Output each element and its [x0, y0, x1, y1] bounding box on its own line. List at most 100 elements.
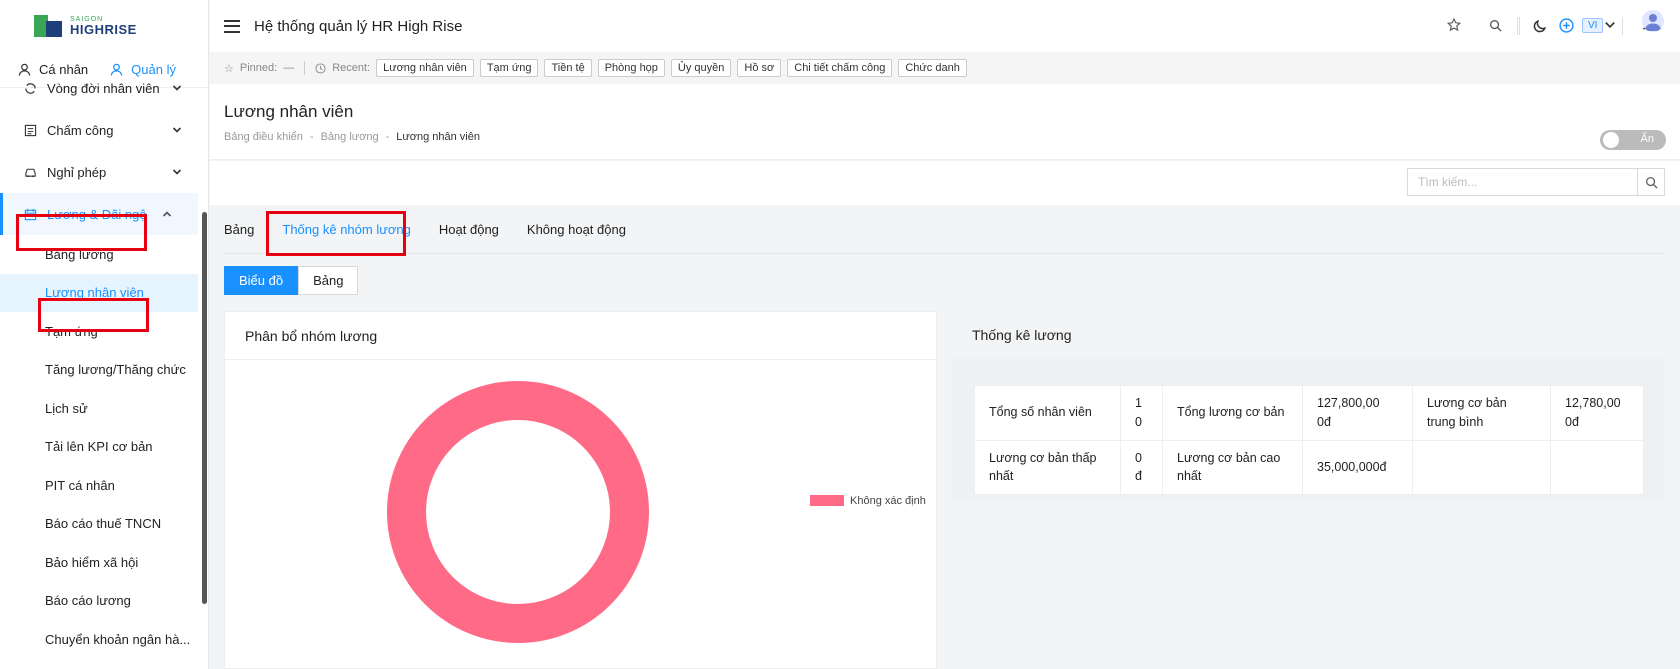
chevron-up-icon	[162, 211, 172, 217]
topbar: Hệ thống quản lý HR High Rise VI	[210, 0, 1680, 52]
chevron-down-icon	[172, 169, 182, 175]
card-title: Thống kê lương	[952, 311, 1664, 359]
stat-value-text: 1 0	[1135, 396, 1142, 429]
recent-label: Recent:	[332, 62, 371, 74]
recent-chip[interactable]: Tiền tệ	[544, 59, 592, 77]
sidebar-subitem-payroll[interactable]: Bảng lương	[0, 235, 208, 274]
sidebar-subitem-history[interactable]: Lịch sử	[0, 389, 208, 428]
sidebar-item-attendance[interactable]: Chấm công	[0, 109, 208, 151]
language-selector[interactable]: VI	[1582, 18, 1604, 33]
recent-chip[interactable]: Phòng họp	[597, 59, 665, 77]
refresh-icon	[25, 82, 36, 94]
pinned-value: —	[283, 62, 295, 74]
sidebar-subitem-employee-salary[interactable]: Lương nhân viên	[0, 273, 198, 312]
tab-salary-group-stats[interactable]: Thống kê nhóm lương	[268, 205, 425, 254]
app-title: Hệ thống quản lý HR High Rise	[254, 17, 463, 35]
sidebar-menu: Vòng đời nhân viên Chấm công Nghỉ phép L…	[0, 67, 208, 659]
card-title: Phân bổ nhóm lương	[225, 312, 936, 360]
table-row: Lương cơ bản thấp nhất 0 đ Lương cơ bản …	[974, 439, 1644, 495]
sidebar-subitem-salary-report[interactable]: Báo cáo lương	[0, 582, 208, 621]
search-input[interactable]	[1407, 168, 1637, 196]
breadcrumb-item[interactable]: Bảng điều khiển	[224, 131, 303, 143]
recent-chip[interactable]: Chi tiết chấm công	[787, 59, 893, 77]
donut-slice[interactable]	[387, 381, 649, 643]
stat-value-text: 35,000,000đ	[1317, 459, 1387, 474]
view-chart-button[interactable]: Biểu đồ	[224, 266, 299, 295]
pinned-label: Pinned:	[239, 62, 278, 74]
sidebar-item-label: Nghỉ phép	[47, 164, 107, 180]
stat-value-text: 12,780,00 0đ	[1565, 396, 1621, 429]
divider	[304, 61, 306, 75]
recent-chip[interactable]: Chức danh	[898, 59, 967, 77]
recent-chip[interactable]: Lương nhân viên	[376, 59, 474, 77]
breadcrumb-separator: -	[309, 131, 314, 143]
moon-icon[interactable]	[1532, 17, 1548, 33]
stat-label	[1412, 439, 1551, 495]
chevron-down-icon	[172, 85, 182, 91]
salary-distribution-card: Phân bổ nhóm lương Không xác định	[224, 311, 937, 669]
divider	[1517, 17, 1518, 35]
stat-value: 1 0	[1120, 385, 1163, 441]
sidebar-item-label: Vòng đời nhân viên	[47, 80, 160, 96]
car-icon	[25, 168, 36, 177]
calendar-icon	[24, 208, 37, 220]
sidebar-item-label: Chấm công	[47, 122, 114, 138]
stat-value: 12,780,00 0đ	[1550, 385, 1644, 441]
pin-icon: ☆	[224, 62, 234, 75]
chevron-down-icon	[172, 127, 182, 133]
toggle-label: Ẩn	[1640, 133, 1654, 145]
divider	[1622, 17, 1623, 35]
sidebar-subitem-advance[interactable]: Tạm ứng	[0, 312, 208, 351]
sidebar-subitem-kpi-upload[interactable]: Tải lên KPI cơ bản	[0, 428, 208, 467]
legend-label[interactable]: Không xác định	[850, 495, 926, 507]
sidebar-item-leave[interactable]: Nghỉ phép	[0, 151, 208, 193]
tab-table[interactable]: Bảng	[224, 205, 268, 254]
sidebar-item-payroll-benefits[interactable]: Lương & Đãi ngộ	[0, 193, 198, 235]
main-content: Bảng Thống kê nhóm lương Hoạt động Không…	[210, 205, 1680, 669]
salary-stats-card: Thống kê lương Tổng số nhân viên 1 0 Tổn…	[952, 311, 1664, 501]
search-button[interactable]	[1637, 168, 1665, 196]
breadcrumb-separator: -	[385, 131, 390, 143]
stat-value	[1550, 439, 1644, 495]
stat-value: 127,800,00 0đ	[1302, 385, 1413, 441]
stat-value: 35,000,000đ	[1302, 439, 1413, 495]
calendar-list-icon	[24, 124, 37, 136]
menu-toggle-icon[interactable]	[224, 19, 240, 33]
add-circle-icon[interactable]	[1558, 17, 1574, 33]
hide-toggle[interactable]: Ẩn	[1600, 130, 1666, 150]
logo-line2: HIGHRISE	[70, 22, 137, 37]
sidebar-subitem-pit-report[interactable]: Báo cáo thuế TNCN	[0, 505, 208, 544]
stat-label: Tổng số nhân viên	[974, 385, 1121, 441]
star-icon[interactable]	[1446, 17, 1462, 33]
logo[interactable]: SAIGON HIGHRISE	[0, 0, 208, 52]
sidebar-subitem-social-insurance[interactable]: Bảo hiểm xã hội	[0, 543, 208, 582]
recent-chip[interactable]: Ủy quyền	[670, 59, 732, 77]
clock-icon	[315, 62, 326, 74]
sidebar: SAIGON HIGHRISE Cá nhân Quản lý Vòng đời…	[0, 0, 209, 669]
stat-label: Lương cơ bản cao nhất	[1162, 439, 1303, 495]
page-header: Lương nhân viên Bảng điều khiển - Bảng l…	[210, 84, 1680, 160]
page-title: Lương nhân viên	[224, 102, 354, 121]
breadcrumb-item[interactable]: Bảng lương	[321, 131, 379, 143]
sidebar-scrollbar[interactable]	[202, 212, 207, 604]
stat-label: Lương cơ bản trung bình	[1412, 385, 1551, 441]
recent-chip[interactable]: Hồ sơ	[737, 59, 782, 77]
sidebar-subitem-raise-promotion[interactable]: Tăng lương/Thăng chức	[0, 351, 208, 390]
chevron-down-icon[interactable]	[1602, 17, 1618, 33]
stat-label: Tổng lương cơ bản	[1162, 385, 1303, 441]
avatar[interactable]	[1642, 10, 1664, 32]
search-icon	[1645, 176, 1657, 188]
legend-swatch	[810, 495, 844, 506]
search-icon[interactable]	[1487, 17, 1503, 33]
sidebar-item-employee-lifecycle[interactable]: Vòng đời nhân viên	[0, 67, 208, 109]
stat-value: 0 đ	[1120, 439, 1163, 495]
sidebar-subitem-bank-transfer[interactable]: Chuyển khoản ngân hà...	[0, 620, 208, 659]
stats-table: Tổng số nhân viên 1 0 Tổng lương cơ bản …	[974, 385, 1644, 495]
logo-mark	[34, 13, 64, 39]
stat-label: Lương cơ bản thấp nhất	[974, 439, 1121, 495]
tab-inactive[interactable]: Không hoạt động	[513, 205, 640, 254]
sidebar-subitem-pit[interactable]: PIT cá nhân	[0, 466, 208, 505]
recent-chip[interactable]: Tạm ứng	[479, 59, 539, 77]
tab-active[interactable]: Hoạt động	[425, 205, 513, 254]
view-table-button[interactable]: Bảng	[298, 266, 359, 295]
